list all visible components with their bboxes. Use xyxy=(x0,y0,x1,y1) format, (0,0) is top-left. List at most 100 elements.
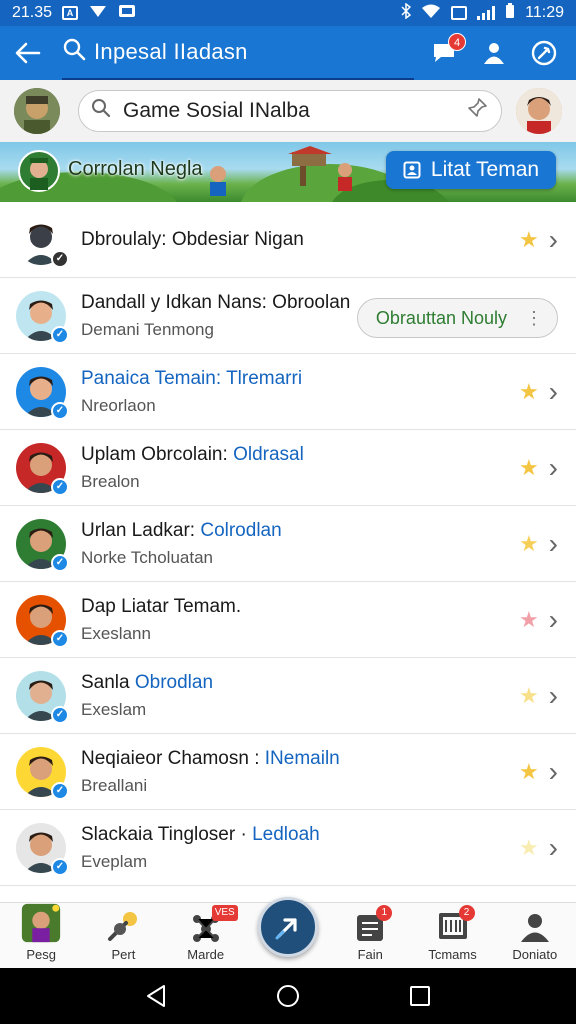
contact-texts: Urlan Ladkar: Colrodlan Norke Tcholuatan xyxy=(81,520,519,568)
nav-item-doniato[interactable]: Doniato xyxy=(494,903,576,968)
see-friends-label: Litat Teman xyxy=(430,158,540,181)
nav-label-marde: Marde xyxy=(187,947,225,962)
contact-status: Brealon xyxy=(81,471,140,491)
contact-row[interactable]: ✓ Dandall y Idkan Nans: Obroolan Demani Te… xyxy=(0,278,576,354)
contact-texts: Slackaia Tingloser · Ledloah Eveplam xyxy=(81,824,519,872)
contact-list: ✓ Dbroulaly: Obdesiar Nigan ★ › ✓ Dandall y I… xyxy=(0,202,576,902)
contact-name-text: Neqiaieor Chamosn : xyxy=(81,747,265,769)
contact-avatar: ✓ xyxy=(16,214,69,268)
star-icon[interactable]: ★ xyxy=(519,379,539,405)
pin-icon[interactable] xyxy=(465,96,489,126)
star-icon[interactable]: ★ xyxy=(519,227,539,253)
chevron-right-icon: › xyxy=(548,831,558,863)
star-icon[interactable]: ★ xyxy=(519,759,539,785)
status-bar: 21.35 A 11:29 xyxy=(0,0,576,26)
contact-row[interactable]: ✓ Urlan Ladkar: Colrodlan Norke Tcholuatan… xyxy=(0,506,576,582)
contact-status: Nreorlaon xyxy=(81,395,156,415)
contact-name-highlight: Tlremarri xyxy=(226,367,303,389)
system-back-button[interactable] xyxy=(142,982,170,1010)
chevron-right-icon: › xyxy=(548,527,558,559)
nav-item-marde[interactable]: VES Marde xyxy=(165,903,247,968)
nav-item-fain[interactable]: 1 Fain xyxy=(329,903,411,968)
contact-row[interactable]: ✓ Neqiaieor Chamosn : INemailn Breallani ★ › xyxy=(0,734,576,810)
contact-row[interactable]: ✓ Slackaia Tingloser · Ledloah Eveplam ★ › xyxy=(0,810,576,886)
contact-row[interactable]: ✓ Panaica Temain: Tlremarri Nreorlaon ★ › xyxy=(0,354,576,430)
system-recents-button[interactable] xyxy=(406,982,434,1010)
share-arrow-icon xyxy=(275,918,297,940)
nav-item-tcmams[interactable]: 2 Tcmams xyxy=(411,903,493,968)
chevron-right-icon: › xyxy=(548,375,558,407)
star-icon[interactable]: ★ xyxy=(519,683,539,709)
contact-name-text: Dbroulaly: Obdesiar Nigan xyxy=(81,228,304,250)
nav-center xyxy=(247,897,329,968)
contact-avatar: ✓ xyxy=(16,822,69,876)
contact-texts: Sanla Obrodlan Exeslam xyxy=(81,672,519,720)
contact-row[interactable]: ✓ Dap Liatar Temam. Exeslann ★ › xyxy=(0,582,576,658)
contact-status: Exeslam xyxy=(81,699,147,719)
contact-name: Uplam Obrcolain: Oldrasal xyxy=(81,444,519,466)
back-button[interactable] xyxy=(0,26,56,80)
contact-avatar: ✓ xyxy=(16,746,69,800)
person-icon xyxy=(484,43,504,64)
chevron-right-icon: › xyxy=(548,603,558,635)
see-friends-button[interactable]: Litat Teman xyxy=(386,151,556,189)
nav-item-pert[interactable]: Pert xyxy=(82,903,164,968)
contact-row[interactable]: ✓ Dbroulaly: Obdesiar Nigan ★ › xyxy=(0,202,576,278)
verified-check-icon: ✓ xyxy=(51,705,69,724)
contact-status: Eveplam xyxy=(81,851,148,871)
chat-button[interactable]: 4 xyxy=(428,33,466,69)
share-fab[interactable] xyxy=(257,897,318,957)
person-icon xyxy=(520,914,549,942)
more-dots-icon[interactable]: ⋮ xyxy=(525,308,543,329)
verified-check-icon: ✓ xyxy=(51,553,69,572)
compass-button[interactable] xyxy=(528,37,560,69)
verified-check-icon: ✓ xyxy=(51,857,69,876)
contact-name-text: Uplam Obrcolain: xyxy=(81,443,234,465)
system-home-button[interactable] xyxy=(274,982,302,1010)
search-input[interactable] xyxy=(123,99,465,123)
verified-check-icon: ✓ xyxy=(51,477,69,496)
contact-name-highlight: Obrodlan xyxy=(134,671,214,693)
contact-name: Urlan Ladkar: Colrodlan xyxy=(81,520,519,542)
chevron-right-icon: › xyxy=(548,679,558,711)
bottom-nav: Pesg Pert VES Marde 1 Fain 2 Tcmams Doni… xyxy=(0,897,576,968)
contact-avatar: ✓ xyxy=(16,518,69,572)
contact-row[interactable]: ✓ Uplam Obrcolain: Oldrasal Brealon ★ › xyxy=(0,430,576,506)
app-bar-search[interactable]: Inpesal IIadasn xyxy=(62,26,414,80)
chevron-right-icon: › xyxy=(548,451,558,483)
star-icon[interactable]: ★ xyxy=(519,455,539,481)
game-banner[interactable]: Corrolan Negla Litat Teman xyxy=(0,142,576,202)
user-avatar[interactable] xyxy=(14,88,60,134)
star-icon[interactable]: ★ xyxy=(519,835,539,861)
compass-icon xyxy=(531,40,557,66)
verified-check-icon: ✓ xyxy=(51,401,69,420)
contact-row[interactable]: ✓ Sanla Obrodlan Exeslam ★ › xyxy=(0,658,576,734)
nav-badge-tcmams: 2 xyxy=(458,905,475,921)
contact-texts: Panaica Temain: Tlremarri Nreorlaon xyxy=(81,368,519,416)
banner-title: Corrolan Negla xyxy=(68,158,203,180)
nfc-icon xyxy=(451,6,468,20)
friend-avatar[interactable] xyxy=(516,88,562,134)
search-icon xyxy=(91,98,111,124)
star-icon[interactable]: ★ xyxy=(519,531,539,557)
contact-texts: Dbroulaly: Obdesiar Nigan xyxy=(81,229,519,251)
contact-name-highlight: Oldrasal xyxy=(233,443,304,465)
status-time-right: 11:29 xyxy=(525,4,564,21)
wifi-icon xyxy=(421,3,441,24)
battery-icon xyxy=(505,2,515,24)
star-icon[interactable]: ★ xyxy=(519,607,539,633)
bluetooth-icon xyxy=(401,2,412,24)
contact-texts: Dap Liatar Temam. Exeslann xyxy=(81,596,519,644)
contact-name: Dbroulaly: Obdesiar Nigan xyxy=(81,229,519,251)
contact-name-text: Slackaia Tingloser · xyxy=(81,823,253,845)
contact-avatar: ✓ xyxy=(16,366,69,420)
nav-item-pesg[interactable]: Pesg xyxy=(0,903,82,968)
game-app-icon xyxy=(22,903,61,943)
notification-app-icon xyxy=(118,4,136,23)
contact-avatar: ✓ xyxy=(16,670,69,724)
contact-action-chip[interactable]: Obrauttan Nouly ⋮ xyxy=(356,298,558,338)
search-row xyxy=(0,80,576,142)
chevron-right-icon: › xyxy=(548,223,558,255)
profile-button[interactable] xyxy=(478,37,510,69)
notification-badge: 4 xyxy=(448,33,466,51)
